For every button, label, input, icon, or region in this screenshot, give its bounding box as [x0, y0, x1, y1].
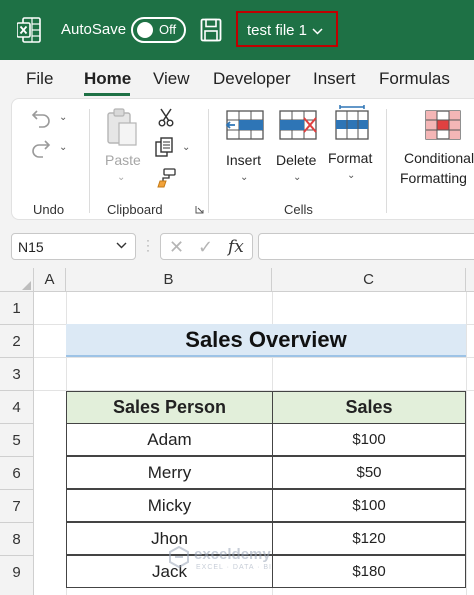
table-cell-sales[interactable]: $120: [272, 522, 466, 555]
table-cell-sales[interactable]: $180: [272, 555, 466, 588]
tab-insert[interactable]: Insert: [313, 69, 356, 89]
tab-developer[interactable]: Developer: [213, 69, 291, 89]
format-cells-icon[interactable]: [334, 105, 370, 141]
conditional-formatting-label-line1: Conditional: [404, 150, 474, 166]
format-label: Format: [328, 150, 373, 166]
autosave-toggle[interactable]: Off: [131, 17, 186, 43]
delete-label: Delete: [276, 152, 317, 168]
gridline: [466, 292, 467, 595]
chevron-down-icon[interactable]: [116, 241, 127, 252]
table-cell-sales[interactable]: $50: [272, 456, 466, 489]
row-header-7[interactable]: 7: [0, 490, 34, 523]
insert-label: Insert: [226, 152, 262, 168]
format-dropdown-icon[interactable]: ⌄: [347, 170, 355, 181]
paste-dropdown-icon[interactable]: ⌄: [117, 172, 125, 183]
cancel-icon[interactable]: ✕: [169, 237, 184, 258]
ribbon-tabs: File Home View Developer Insert Formulas: [0, 60, 474, 97]
cells-group-label: Cells: [284, 202, 313, 217]
exceldemy-logo-icon: [169, 545, 189, 569]
row-header-2[interactable]: 2: [0, 325, 34, 358]
name-box[interactable]: N15: [11, 233, 136, 260]
delete-cells-icon[interactable]: [278, 109, 318, 141]
row-header-4[interactable]: 4: [0, 391, 34, 424]
toggle-knob: [137, 22, 153, 38]
cut-icon[interactable]: [157, 107, 175, 127]
select-all-button[interactable]: [0, 268, 34, 292]
row-header-3[interactable]: 3: [0, 358, 34, 391]
table-header-sales[interactable]: Sales: [272, 391, 466, 424]
row-header-5[interactable]: 5: [0, 424, 34, 457]
select-all-icon: [22, 281, 31, 290]
row-header-8[interactable]: 8: [0, 523, 34, 556]
table-cell-sales[interactable]: $100: [272, 423, 466, 456]
worksheet-grid[interactable]: A B C 1 2 3 4 5 6 7 8 9 Sales Overview S…: [0, 268, 474, 595]
paste-label: Paste: [105, 152, 141, 168]
ribbon: ⌄ ⌄ Undo Paste ⌄ ⌄ Clipboard Insert ⌄ De…: [11, 98, 474, 220]
table-header-sales-person[interactable]: Sales Person: [66, 391, 273, 424]
row-header-1[interactable]: 1: [0, 292, 34, 325]
formula-input[interactable]: [258, 233, 474, 260]
conditional-formatting-icon[interactable]: [424, 109, 462, 141]
paste-icon[interactable]: [105, 107, 139, 147]
more-options-icon[interactable]: · · ·: [146, 234, 150, 256]
copy-dropdown-icon[interactable]: ⌄: [182, 142, 190, 153]
undo-group-label: Undo: [33, 202, 65, 217]
undo-icon[interactable]: [30, 107, 52, 129]
file-name-button[interactable]: test file 1: [236, 11, 338, 47]
table-cell-name[interactable]: Merry: [66, 456, 273, 489]
chevron-down-icon: [312, 24, 323, 38]
watermark-tagline: EXCEL · DATA · BI: [196, 564, 272, 571]
autosave-label: AutoSave: [61, 21, 127, 38]
tab-file[interactable]: File: [26, 69, 53, 89]
group-divider: [208, 109, 209, 213]
copy-icon[interactable]: [154, 137, 176, 159]
file-name-label: test file 1: [247, 22, 308, 39]
enter-icon[interactable]: ✓: [198, 237, 213, 258]
conditional-formatting-label-line2: Formatting: [400, 170, 467, 186]
clipboard-group-label: Clipboard: [107, 202, 163, 217]
table-cell-name[interactable]: Adam: [66, 423, 273, 456]
sheet-title[interactable]: Sales Overview: [66, 324, 466, 357]
toggle-state-label: Off: [159, 22, 177, 37]
tab-view[interactable]: View: [153, 69, 190, 89]
format-painter-icon[interactable]: [155, 168, 177, 188]
table-cell-sales[interactable]: $100: [272, 489, 466, 522]
name-box-value: N15: [18, 239, 44, 255]
formula-buttons: ✕ ✓ fx: [160, 233, 253, 260]
insert-function-icon[interactable]: fx: [228, 237, 244, 257]
insert-dropdown-icon[interactable]: ⌄: [240, 172, 248, 183]
excel-logo-icon[interactable]: [17, 17, 41, 43]
column-header-a[interactable]: A: [34, 268, 66, 292]
redo-icon[interactable]: [30, 137, 52, 159]
row-header-6[interactable]: 6: [0, 457, 34, 490]
title-bar: AutoSave Off test file 1: [0, 0, 474, 60]
redo-dropdown-icon[interactable]: ⌄: [59, 142, 67, 153]
column-header-b[interactable]: B: [66, 268, 272, 292]
undo-dropdown-icon[interactable]: ⌄: [59, 112, 67, 123]
tab-formulas[interactable]: Formulas: [379, 69, 450, 89]
group-divider: [386, 109, 387, 213]
column-header-row: A B C: [0, 268, 474, 292]
tab-home[interactable]: Home: [84, 69, 131, 89]
row-header-9[interactable]: 9: [0, 556, 34, 595]
dialog-launcher-icon[interactable]: [195, 205, 204, 214]
gridline: [34, 357, 474, 358]
insert-cells-icon[interactable]: [225, 109, 265, 141]
table-cell-name[interactable]: Micky: [66, 489, 273, 522]
delete-dropdown-icon[interactable]: ⌄: [293, 172, 301, 183]
active-tab-indicator: [84, 93, 130, 96]
save-icon[interactable]: [200, 18, 222, 42]
group-divider: [89, 109, 90, 213]
column-header-c[interactable]: C: [272, 268, 466, 292]
watermark-brand: exceldemy: [194, 546, 271, 563]
formula-bar: N15 · · · ✕ ✓ fx: [0, 226, 474, 268]
watermark: exceldemy EXCEL · DATA · BI: [168, 545, 271, 573]
